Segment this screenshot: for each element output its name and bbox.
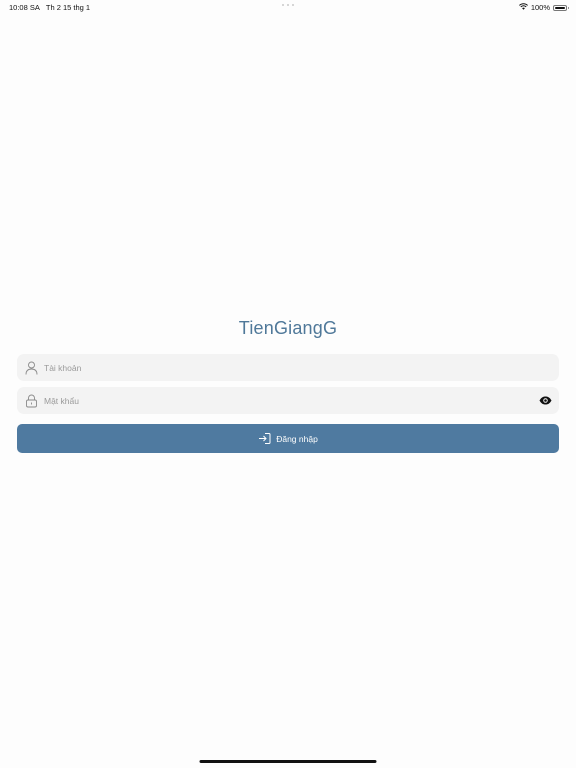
login-icon [258, 432, 271, 445]
status-time: 10:08 SA [9, 3, 40, 12]
user-icon [24, 361, 38, 375]
dot [292, 4, 294, 6]
dot [282, 4, 284, 6]
wifi-icon [518, 3, 528, 12]
status-right: 100% [518, 3, 569, 12]
password-field[interactable] [17, 387, 559, 414]
app-title: TienGiangG [238, 318, 338, 338]
multitasking-dots[interactable] [282, 4, 294, 6]
eye-icon[interactable] [538, 394, 552, 408]
dot [287, 4, 289, 6]
status-date: Th 2 15 thg 1 [45, 3, 91, 12]
battery-icon [553, 4, 569, 11]
battery-fill [555, 6, 565, 9]
username-field[interactable] [17, 354, 559, 381]
login-button-label: Đăng nhập [276, 433, 318, 444]
lock-icon [24, 394, 38, 408]
battery-percent: 100% [530, 3, 550, 12]
login-button[interactable]: Đăng nhập [17, 424, 559, 453]
status-bar: 10:08 SA Th 2 15 thg 1 100% [0, 0, 576, 14]
status-left: 10:08 SA Th 2 15 thg 1 [9, 3, 90, 12]
home-indicator[interactable] [199, 760, 377, 763]
password-input[interactable] [44, 395, 538, 406]
username-input[interactable] [44, 362, 559, 373]
